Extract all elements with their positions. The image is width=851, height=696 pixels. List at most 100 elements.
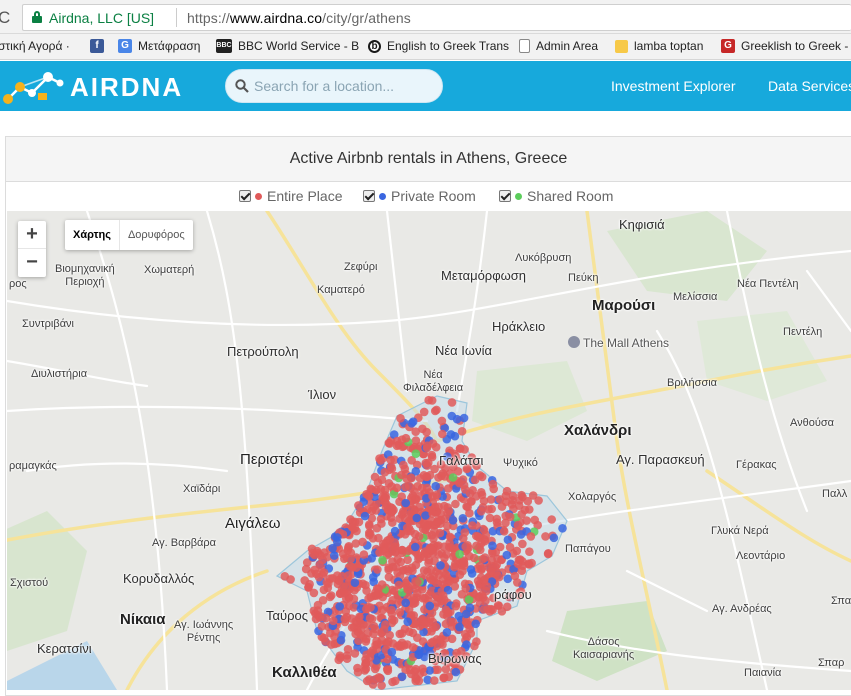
map-type-map[interactable]: Χάρτης [65, 220, 120, 250]
listing-marker[interactable] [348, 562, 357, 572]
listing-marker[interactable] [325, 592, 335, 602]
bookmark-bing[interactable]: b English to Greek Trans [368, 39, 509, 53]
listing-marker[interactable] [413, 577, 422, 587]
listing-marker[interactable] [375, 673, 385, 683]
listing-marker[interactable] [525, 505, 534, 514]
bookmark-bbc[interactable]: BBC BBC World Service - B [216, 39, 359, 53]
listing-marker[interactable] [310, 565, 319, 575]
listing-marker[interactable] [441, 664, 451, 674]
listing-marker[interactable] [315, 613, 324, 622]
listing-marker[interactable] [436, 635, 445, 644]
listing-marker[interactable] [541, 532, 550, 541]
listing-marker[interactable] [408, 628, 418, 638]
listing-marker[interactable] [451, 499, 460, 509]
listing-marker[interactable] [376, 456, 386, 465]
listing-marker[interactable] [359, 550, 369, 559]
listing-marker[interactable] [479, 525, 489, 535]
listing-marker[interactable] [446, 430, 456, 439]
listing-marker[interactable] [421, 511, 430, 520]
listing-marker[interactable] [518, 539, 527, 549]
listing-marker[interactable] [461, 542, 471, 551]
listing-marker[interactable] [373, 565, 382, 574]
map-canvas[interactable]: + − Χάρτης Δορυφόρος Κηφισιά Λυκόβρυση Π… [7, 211, 851, 690]
listing-marker[interactable] [526, 532, 536, 541]
listing-marker[interactable] [310, 550, 319, 560]
private-room-checkbox[interactable] [363, 190, 375, 202]
listing-marker[interactable] [433, 665, 443, 674]
listing-marker[interactable] [365, 613, 375, 623]
listing-marker[interactable] [362, 586, 371, 595]
listing-marker[interactable] [401, 598, 411, 608]
listing-marker[interactable] [426, 565, 436, 575]
listing-marker[interactable] [467, 569, 477, 578]
listing-marker[interactable] [376, 514, 386, 524]
listing-marker[interactable] [328, 543, 337, 553]
listing-marker[interactable] [479, 605, 489, 614]
listing-marker[interactable] [286, 575, 295, 584]
listing-marker[interactable] [379, 625, 389, 634]
listing-marker[interactable] [420, 547, 430, 556]
listing-marker[interactable] [495, 542, 505, 552]
listing-marker[interactable] [388, 596, 397, 605]
listing-marker[interactable] [336, 635, 346, 645]
listing-marker[interactable] [411, 542, 420, 552]
listing-marker[interactable] [391, 676, 400, 686]
listing-marker[interactable] [396, 642, 406, 651]
listing-marker[interactable] [462, 640, 471, 649]
listing-marker[interactable] [409, 593, 419, 603]
search-input[interactable] [254, 78, 434, 94]
bookmark-agora[interactable]: στική Αγορά · [0, 39, 70, 53]
listing-marker[interactable] [452, 414, 462, 424]
listing-marker[interactable] [401, 498, 411, 508]
listing-marker[interactable] [486, 567, 496, 576]
listing-marker[interactable] [505, 542, 515, 552]
listing-marker[interactable] [460, 528, 470, 537]
listing-marker[interactable] [335, 602, 345, 611]
listing-marker[interactable] [439, 673, 449, 682]
bookmark-lamba[interactable]: lamba toptan [615, 39, 703, 53]
listing-marker[interactable] [484, 505, 493, 514]
listing-marker[interactable] [430, 676, 439, 685]
listing-marker[interactable] [513, 520, 523, 530]
listing-marker[interactable] [505, 512, 515, 522]
listing-marker[interactable] [428, 637, 438, 646]
listing-marker[interactable] [523, 496, 533, 506]
listing-marker[interactable] [465, 603, 475, 612]
listing-marker[interactable] [372, 485, 381, 495]
listing-marker[interactable] [372, 636, 381, 646]
listing-marker[interactable] [395, 608, 405, 617]
airdna-logo-icon[interactable] [2, 69, 64, 105]
listing-marker[interactable] [425, 470, 435, 480]
listing-marker[interactable] [413, 550, 423, 560]
listing-marker[interactable] [363, 628, 373, 638]
listing-marker[interactable] [399, 460, 408, 470]
listing-marker[interactable] [514, 501, 524, 511]
listing-marker[interactable] [445, 532, 455, 542]
listing-marker[interactable] [364, 492, 374, 501]
listing-marker[interactable] [518, 561, 527, 570]
listing-marker[interactable] [425, 601, 435, 611]
listing-marker[interactable] [330, 551, 339, 560]
listing-marker[interactable] [468, 521, 477, 530]
listing-marker[interactable] [354, 501, 363, 510]
listing-marker[interactable] [437, 471, 446, 481]
listing-marker[interactable] [393, 568, 402, 577]
listing-marker[interactable] [477, 590, 487, 600]
listing-marker[interactable] [438, 429, 447, 439]
bookmark-admin[interactable]: Admin Area [519, 39, 598, 53]
listing-marker[interactable] [455, 622, 464, 632]
listing-marker[interactable] [455, 549, 464, 559]
bookmark-translate[interactable]: G Μετάφραση [118, 39, 200, 53]
listing-marker[interactable] [475, 561, 485, 571]
url-text[interactable]: https://www.airdna.co/city/gr/athens [187, 10, 411, 26]
listing-marker[interactable] [485, 513, 495, 523]
zoom-in-button[interactable]: + [18, 221, 46, 249]
listing-marker[interactable] [387, 615, 397, 624]
listing-marker[interactable] [503, 535, 513, 545]
listing-marker[interactable] [466, 497, 476, 506]
listing-marker[interactable] [383, 666, 393, 676]
listing-marker[interactable] [525, 547, 534, 556]
location-search[interactable] [225, 69, 443, 103]
listing-marker[interactable] [343, 645, 353, 654]
listing-marker[interactable] [499, 527, 509, 536]
